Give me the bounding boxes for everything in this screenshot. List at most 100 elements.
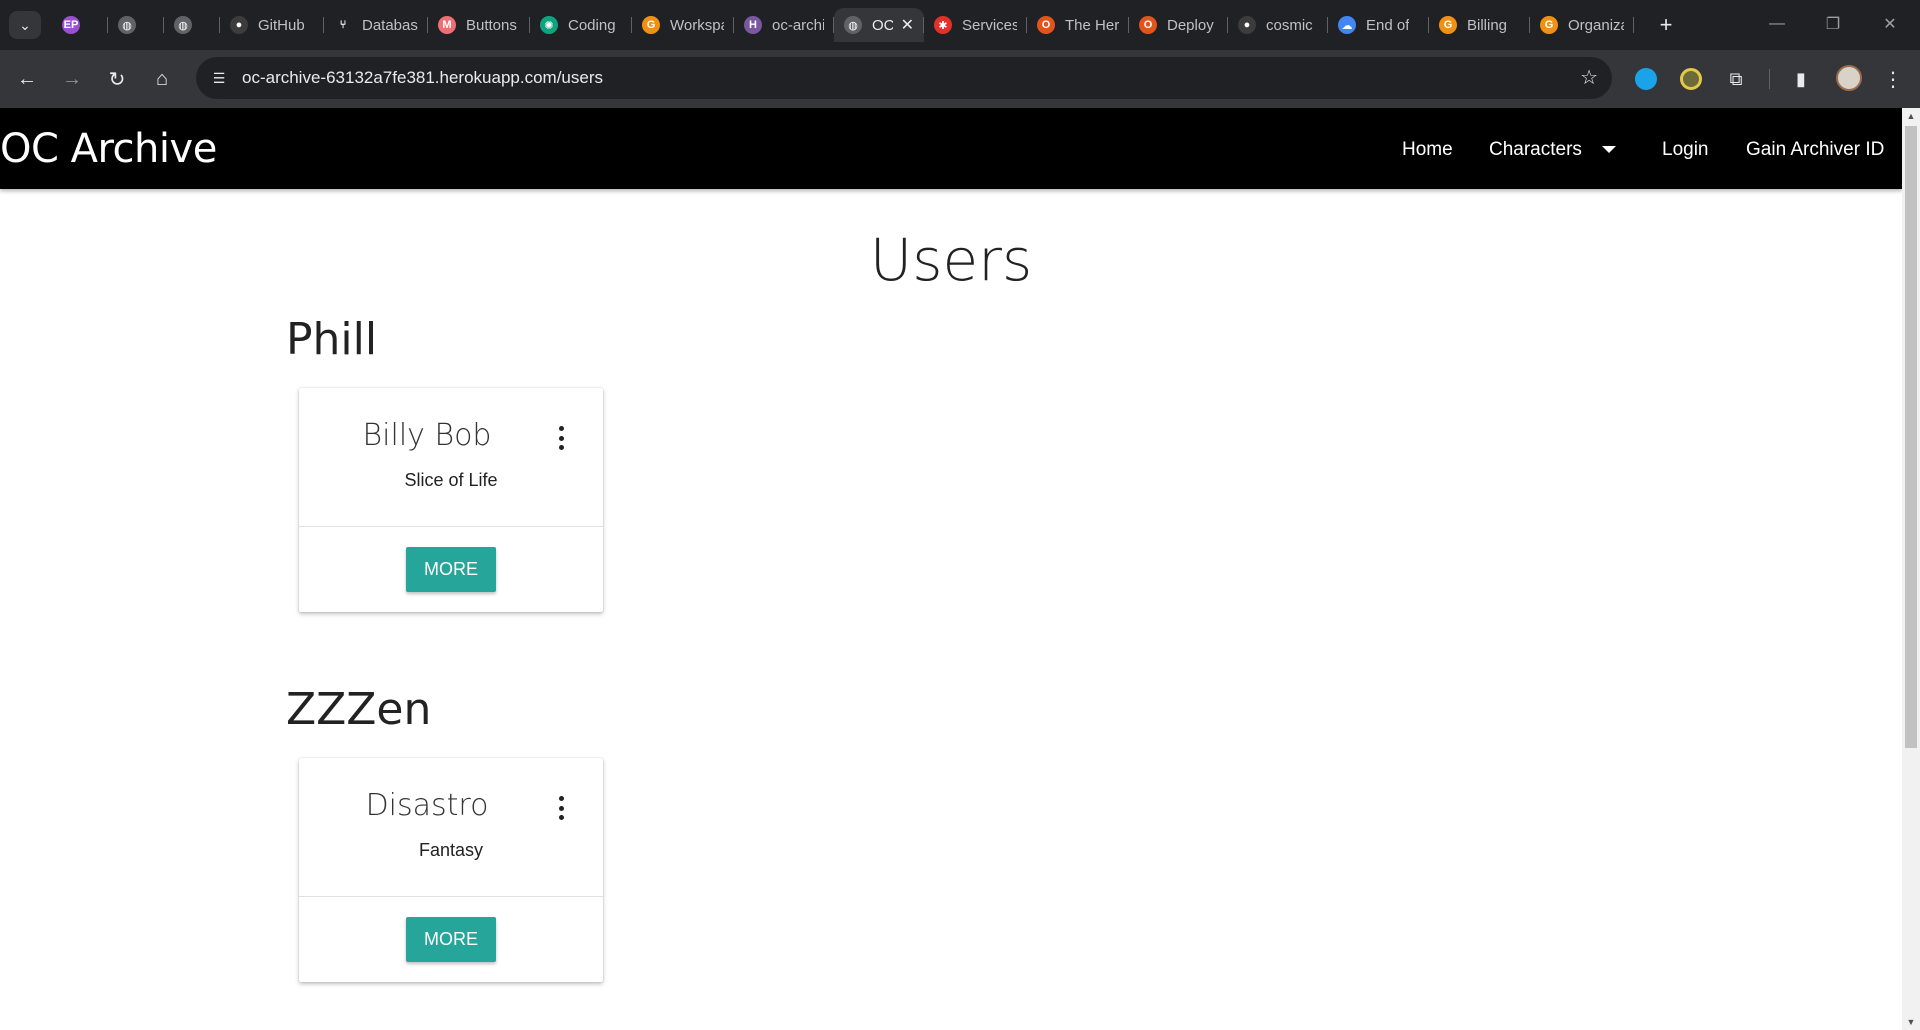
ep-badge-icon: EP bbox=[62, 16, 80, 34]
url-text[interactable]: oc-archive-63132a7fe381.herokuapp.com/us… bbox=[242, 68, 603, 88]
character-genre: Slice of Life bbox=[404, 470, 498, 490]
site-info-icon[interactable]: ☰ bbox=[206, 65, 232, 91]
browser-tab[interactable]: ● cosmic bbox=[1228, 8, 1328, 42]
site-navbar: OC Archive Home Characters Login Gain Ar… bbox=[0, 108, 1902, 189]
tab-title: GitHub bbox=[258, 16, 305, 34]
browser-tab[interactable]: O The Heroku bbox=[1027, 8, 1129, 42]
character-name: Billy Bob bbox=[362, 418, 492, 453]
tab-search-button[interactable]: ⌄ bbox=[9, 11, 41, 39]
reload-button[interactable]: ↻ bbox=[99, 61, 135, 97]
minimize-button[interactable]: — bbox=[1757, 8, 1797, 40]
browser-tab[interactable]: ◍ bbox=[108, 8, 164, 42]
plus-icon: + bbox=[1659, 12, 1673, 37]
g-orange-icon: G bbox=[1439, 16, 1457, 34]
more-button[interactable]: MORE bbox=[406, 547, 496, 592]
tab-list: EP ◍ ◍ ● GitHub ⑂ Database M Buttons ✺ Coding G Work… bbox=[52, 8, 1634, 42]
browser-tab[interactable]: ⑂ Database bbox=[324, 8, 428, 42]
scrollbar-thumb[interactable] bbox=[1905, 126, 1917, 748]
browser-menu-button[interactable]: ⋮ bbox=[1875, 61, 1911, 97]
address-bar[interactable]: ☰ oc-archive-63132a7fe381.herokuapp.com/… bbox=[196, 57, 1612, 99]
back-button[interactable]: ← bbox=[9, 61, 45, 97]
home-button[interactable]: ⌂ bbox=[144, 61, 180, 97]
browser-tab[interactable]: M Buttons bbox=[428, 8, 530, 42]
page-scrollbar[interactable]: ▲ ▼ bbox=[1902, 108, 1920, 1030]
bookmark-star-icon[interactable]: ☆ bbox=[1580, 65, 1598, 90]
extension-icon[interactable] bbox=[1635, 68, 1657, 90]
browser-tab[interactable]: G Workspace bbox=[632, 8, 734, 42]
g-orange-icon: G bbox=[642, 16, 660, 34]
more-vertical-icon: ⋮ bbox=[1883, 68, 1903, 91]
restore-icon: ❐ bbox=[1825, 16, 1841, 33]
browser-tab[interactable]: ✺ Coding bbox=[530, 8, 632, 42]
tab-close-icon[interactable]: ✕ bbox=[901, 15, 914, 35]
tab-title: Billing bbox=[1467, 16, 1508, 34]
tab-title: End of bbox=[1366, 16, 1410, 34]
close-window-button[interactable]: ✕ bbox=[1870, 8, 1910, 40]
new-tab-button[interactable]: + bbox=[1652, 11, 1680, 39]
character-genre: Fantasy bbox=[418, 840, 484, 860]
tab-title: Deploy bbox=[1167, 16, 1214, 34]
github-icon: ● bbox=[1238, 16, 1256, 34]
heroku-icon: H bbox=[744, 16, 762, 34]
scroll-down-icon[interactable]: ▼ bbox=[1902, 1014, 1920, 1030]
browser-toolbar: ← → ↻ ⌂ ☰ oc-archive-63132a7fe381.heroku… bbox=[0, 50, 1920, 108]
tab-title: Coding bbox=[568, 16, 616, 34]
character-name: Disastro bbox=[365, 788, 489, 823]
g-orange-icon: G bbox=[1540, 16, 1558, 34]
tab-title: Services bbox=[962, 16, 1017, 34]
extension-shield-icon[interactable] bbox=[1680, 68, 1702, 90]
toolbar-divider bbox=[1769, 69, 1770, 89]
tab-title: Organizations bbox=[1568, 16, 1624, 34]
close-icon: ✕ bbox=[1883, 16, 1897, 33]
web-page: OC Archive Home Characters Login Gain Ar… bbox=[0, 108, 1902, 1030]
restore-button[interactable]: ❐ bbox=[1813, 8, 1853, 40]
nav-login-link[interactable]: Login bbox=[1662, 139, 1709, 161]
github-icon: ● bbox=[230, 16, 248, 34]
materialize-icon: M bbox=[438, 16, 456, 34]
tab-title: oc-archive bbox=[772, 16, 824, 34]
puzzle-icon: ⧉ bbox=[1729, 68, 1743, 89]
browser-tab[interactable]: ◍ bbox=[164, 8, 220, 42]
browser-tab[interactable]: ☁ End of bbox=[1328, 8, 1429, 42]
nav-characters-link[interactable]: Characters bbox=[1489, 139, 1582, 161]
chevron-down-icon: ⌄ bbox=[19, 16, 31, 33]
browser-tab[interactable]: ● GitHub bbox=[220, 8, 324, 42]
browser-tab[interactable]: G Organizations bbox=[1530, 8, 1634, 42]
character-card: Disastro Fantasy MORE bbox=[299, 758, 603, 982]
arrow-right-icon: → bbox=[62, 67, 82, 90]
card-divider bbox=[299, 896, 603, 897]
tab-title: Buttons bbox=[466, 16, 517, 34]
o-ring-icon: O bbox=[1139, 16, 1157, 34]
reload-icon: ↻ bbox=[108, 68, 126, 91]
profile-avatar[interactable] bbox=[1836, 65, 1862, 91]
globe-icon: ◍ bbox=[118, 16, 136, 34]
more-vertical-icon[interactable] bbox=[554, 796, 568, 820]
browser-tab[interactable]: Hoc-archive bbox=[734, 8, 834, 42]
user-name-heading: Phill bbox=[286, 314, 378, 365]
forward-button[interactable]: → bbox=[54, 61, 90, 97]
card-divider bbox=[299, 526, 603, 527]
browser-tab[interactable]: ◍ OC Archive ✕ bbox=[834, 8, 924, 42]
nav-gain-id-link[interactable]: Gain Archiver ID bbox=[1746, 139, 1884, 161]
brand-logo[interactable]: OC Archive bbox=[0, 126, 217, 172]
more-vertical-icon[interactable] bbox=[554, 426, 568, 450]
o-ring-icon: O bbox=[1037, 16, 1055, 34]
browser-tab[interactable]: G Billing bbox=[1429, 8, 1530, 42]
browser-tab[interactable]: O Deploy bbox=[1129, 8, 1228, 42]
character-card: Billy Bob Slice of Life MORE bbox=[299, 388, 603, 612]
tab-title: Workspace bbox=[670, 16, 724, 34]
globe-icon: ◍ bbox=[844, 16, 862, 34]
more-button[interactable]: MORE bbox=[406, 917, 496, 962]
openai-icon: ✺ bbox=[540, 16, 558, 34]
arrow-left-icon: ← bbox=[17, 67, 37, 90]
side-panel-icon: ▮ bbox=[1796, 68, 1806, 89]
globe-icon: ◍ bbox=[174, 16, 192, 34]
cloud-icon: ☁ bbox=[1338, 16, 1356, 34]
nav-home-link[interactable]: Home bbox=[1402, 139, 1453, 161]
browser-tab[interactable]: EP bbox=[52, 8, 108, 42]
scroll-up-icon[interactable]: ▲ bbox=[1902, 108, 1920, 124]
caret-down-icon[interactable] bbox=[1602, 146, 1616, 153]
browser-tab[interactable]: ✱ Services bbox=[924, 8, 1027, 42]
side-panel-button[interactable]: ▮ bbox=[1783, 61, 1819, 97]
extensions-button[interactable]: ⧉ bbox=[1718, 61, 1754, 97]
